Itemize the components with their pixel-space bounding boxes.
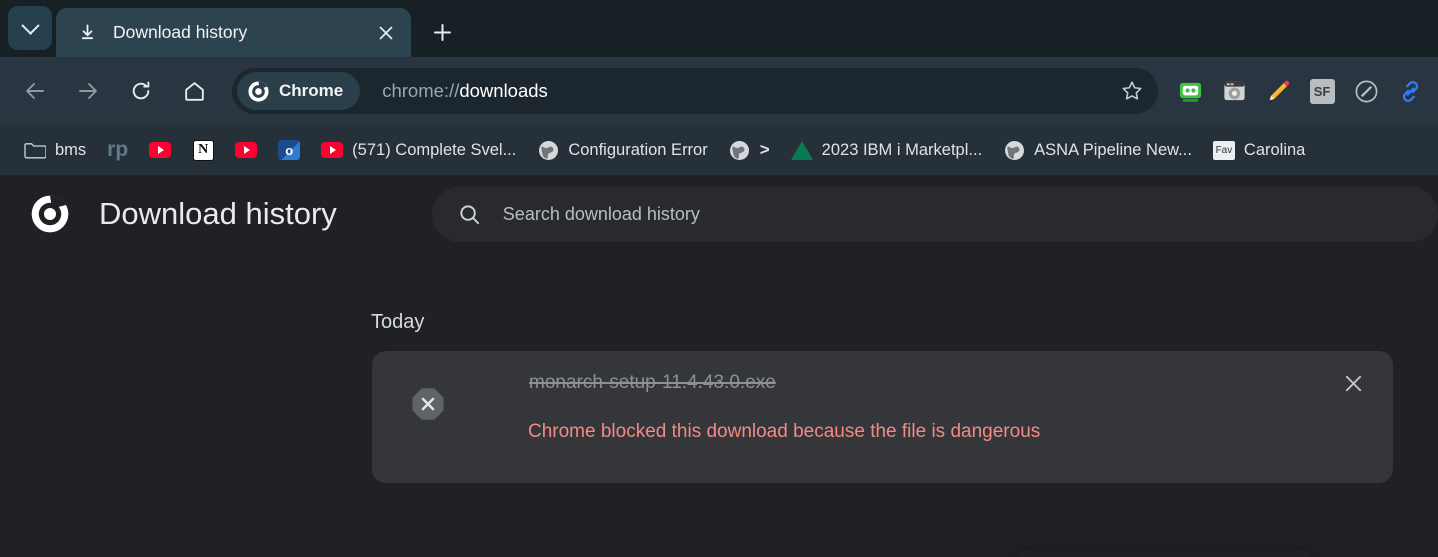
chrome-chip[interactable]: Chrome [237,72,361,110]
outlook-icon: o [278,139,301,161]
url-text: chrome://downloads [382,80,1111,102]
download-icon [81,24,94,40]
bookmark-youtube-1[interactable] [141,133,179,167]
bookmark-label: > [759,140,770,159]
url-scheme: chrome:// [382,80,460,101]
bookmark-complete-svelte[interactable]: (571) Complete Svel... [313,133,524,167]
youtube-icon [149,139,172,161]
circle-slash-icon [1355,80,1377,102]
extensions-strip: SF [1158,69,1432,113]
download-context-menu: Delete from history Download dangerous f… [1019,552,1309,557]
green-robot-extension-icon[interactable] [1168,69,1212,113]
chrome-chip-label: Chrome [279,81,344,100]
chrome-logo-icon [31,195,69,233]
bookmark-star-icon [1122,81,1142,100]
notion-icon: N [192,139,214,161]
bookmark-label: ASNA Pipeline New... [1034,140,1192,159]
bookmark-ibm-i-marketplace[interactable]: 2023 IBM i Marketpl... [783,133,990,167]
youtube-icon [235,139,258,161]
tab-close-button[interactable] [373,20,399,46]
bookmark-label: (571) Complete Svel... [352,140,517,159]
home-button[interactable] [173,70,215,112]
back-arrow-icon [26,83,44,99]
bookmark-gt[interactable]: > [721,133,778,167]
globe-icon [537,139,559,161]
bookmark-asna-pipeline[interactable]: ASNA Pipeline New... [995,133,1200,167]
download-danger-message: Chrome blocked this download because the… [528,421,1041,442]
search-input[interactable] [502,203,1438,225]
downloads-page: Download history Today monarch-setup-11.… [0,175,1438,557]
bookmark-label: bms [55,140,87,159]
search-icon [460,204,479,224]
blocked-octagon-icon [412,388,444,420]
forward-arrow-icon [79,83,97,99]
tab-search-button[interactable] [8,6,52,50]
bookmarks-bar: bms rp N o (571) Complete Svel... Config… [0,125,1438,175]
section-label-today: Today [371,311,425,333]
bookmark-label: Configuration Error [568,140,708,159]
chevron-down-icon [20,15,40,35]
tab-title: Download history [113,22,248,42]
home-icon [184,81,204,101]
link-icon [1402,80,1418,102]
sf-extension-label: SF [1309,78,1335,104]
globe-icon [729,139,751,161]
bookmark-outlook[interactable]: o [270,133,308,167]
browser-toolbar: Chrome chrome://downloads SF [0,57,1438,125]
bookmark-configuration-error[interactable]: Configuration Error [529,133,715,167]
bookmark-label: 2023 IBM i Marketpl... [821,140,983,159]
bookmark-notion[interactable]: N [184,133,222,167]
rp-text-icon: rp [107,138,129,161]
reload-button[interactable] [120,70,162,112]
globe-icon [1003,139,1025,161]
download-file-name: monarch-setup-11.4.43.0.exe [529,372,776,393]
fav-badge-icon: Fav [1212,139,1235,161]
new-tab-button[interactable] [423,13,461,51]
bookmark-label: Carolina [1243,140,1306,159]
page-title: Download history [99,196,337,231]
link-extension-icon[interactable] [1388,69,1432,113]
bookmark-youtube-2[interactable] [227,133,265,167]
pencil-extension-icon[interactable] [1256,69,1300,113]
close-icon [379,26,393,39]
forward-button[interactable] [67,70,109,112]
download-remove-button[interactable] [1336,366,1370,400]
downloads-page-header: Download history [0,175,1438,253]
bookmark-carolina[interactable]: Fav Carolina [1205,133,1313,167]
tab-strip: Download history [0,0,1438,57]
download-item-card[interactable]: monarch-setup-11.4.43.0.exe Chrome block… [372,351,1393,483]
screenshot-gear-extension-icon[interactable] [1212,69,1256,113]
pencil-icon [1269,80,1289,100]
chrome-logo-icon [248,80,269,102]
sf-extension-icon[interactable]: SF [1300,69,1344,113]
tab-download-history[interactable]: Download history [56,8,411,57]
url-host: downloads [459,80,548,101]
green-triangle-icon [790,139,813,161]
plus-icon [433,23,451,41]
bookmark-bms[interactable]: bms [16,133,94,167]
back-button[interactable] [14,70,56,112]
bookmark-star-button[interactable] [1111,70,1153,112]
folder-icon [24,139,46,161]
robot-icon [1179,82,1201,102]
address-bar[interactable]: Chrome chrome://downloads [232,68,1158,114]
reload-icon [132,81,150,100]
youtube-icon [321,139,344,161]
gear-window-icon [1223,81,1245,100]
close-icon [1345,375,1361,391]
search-download-history-box[interactable] [431,186,1438,242]
bookmark-rp[interactable]: rp [99,133,136,167]
circle-slash-extension-icon[interactable] [1344,69,1388,113]
